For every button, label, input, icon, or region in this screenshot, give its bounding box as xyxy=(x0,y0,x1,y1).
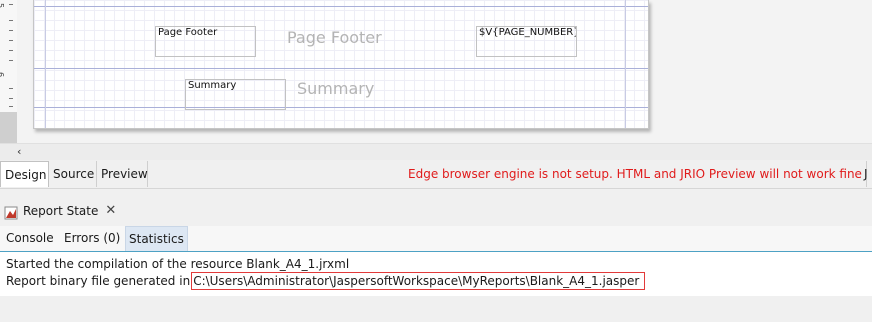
ruler-tick xyxy=(9,4,13,5)
warning-overflow-text: J xyxy=(864,167,868,181)
subtab-statistics[interactable]: Statistics xyxy=(125,226,188,251)
band-separator-page-footer[interactable] xyxy=(34,68,648,69)
ruler-tick xyxy=(9,50,13,51)
horizontal-scrollbar[interactable]: ‹ xyxy=(0,143,872,161)
report-state-title: Report State xyxy=(23,204,99,218)
report-state-subtabs: Console Errors (0) Statistics xyxy=(0,226,872,252)
ruler-number-5: 5 xyxy=(0,3,5,8)
console-line-compile: Started the compilation of the resource … xyxy=(6,257,350,271)
margin-guide-left xyxy=(45,0,46,128)
margin-guide-right xyxy=(625,0,626,128)
report-page[interactable]: Page Footer Page Footer $V{PAGE_NUMBER} … xyxy=(33,0,649,129)
jasper-file-path[interactable]: C:\Users\Administrator\JaspersoftWorkspa… xyxy=(191,272,646,290)
tab-preview[interactable]: Preview xyxy=(97,161,148,187)
tab-report-state[interactable]: Report State ✕ xyxy=(4,199,116,223)
edge-engine-warning: Edge browser engine is not setup. HTML a… xyxy=(404,161,867,187)
scroll-left-arrow-icon[interactable]: ‹ xyxy=(17,145,21,158)
band-separator-summary[interactable] xyxy=(34,107,648,108)
console-line-binary: Report binary file generated in C:\Users\… xyxy=(6,272,646,290)
summary-static-text[interactable]: Summary xyxy=(185,79,286,110)
band-title-page-footer: Page Footer xyxy=(287,28,382,47)
design-canvas[interactable]: Page Footer Page Footer $V{PAGE_NUMBER} … xyxy=(17,0,872,143)
subtab-console[interactable]: Console xyxy=(3,226,57,250)
ruler-tick xyxy=(9,30,13,31)
ruler-number-6: 6 xyxy=(0,72,5,77)
report-state-icon xyxy=(4,204,18,220)
ruler-tick xyxy=(9,88,13,89)
ruler-tick xyxy=(9,40,13,41)
ruler-tick xyxy=(9,98,13,99)
ruler-tick xyxy=(9,20,13,21)
tab-source[interactable]: Source xyxy=(49,161,97,187)
vertical-ruler: 5 6 xyxy=(0,0,18,143)
subtab-errors[interactable]: Errors (0) xyxy=(61,226,123,250)
band-guide xyxy=(34,6,648,7)
editor-tab-bar: Design Source Preview Edge browser engin… xyxy=(0,160,872,189)
close-icon[interactable]: ✕ xyxy=(105,199,116,223)
page-footer-static-text[interactable]: Page Footer xyxy=(155,26,256,57)
ruler-tick xyxy=(9,60,13,61)
ruler-margin-region xyxy=(0,112,17,143)
bottom-panel-strip xyxy=(0,296,872,322)
band-title-summary: Summary xyxy=(297,79,375,98)
console-line-binary-prefix: Report binary file generated in xyxy=(6,274,191,288)
report-state-view-header: Report State ✕ xyxy=(0,196,872,226)
report-design-editor: 5 6 Page Footer Page Footer $V{PAGE_NUMB… xyxy=(0,0,872,143)
ruler-tick xyxy=(9,106,13,107)
page-number-text-field[interactable]: $V{PAGE_NUMBER} xyxy=(476,26,577,57)
tab-design[interactable]: Design xyxy=(0,161,49,187)
